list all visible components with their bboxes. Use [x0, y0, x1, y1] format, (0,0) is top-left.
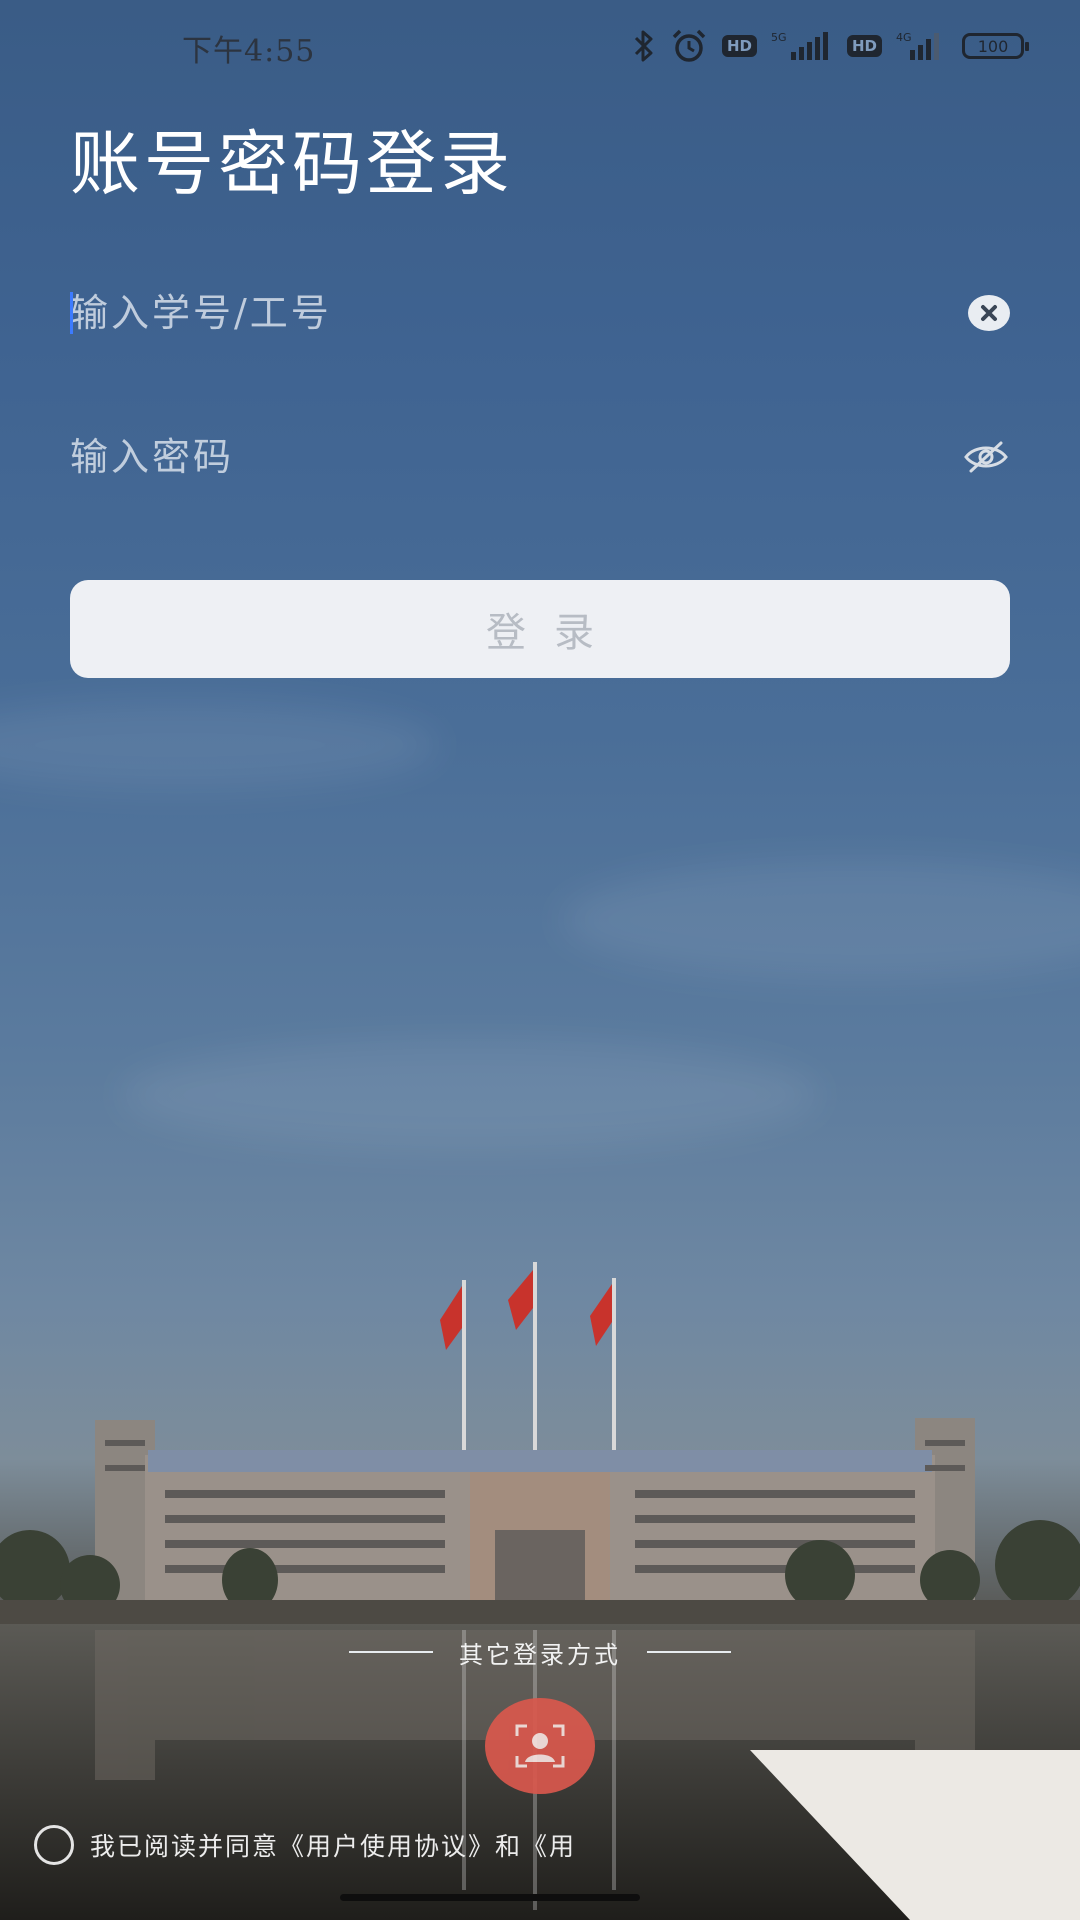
other-login-label: 其它登录方式 — [459, 1640, 621, 1669]
face-login-button[interactable] — [485, 1698, 595, 1794]
login-button[interactable]: 登录 — [70, 580, 1010, 678]
alarm-icon — [670, 28, 708, 64]
status-icons: HD 5G HD 4G 100 — [632, 28, 1029, 64]
password-field-row — [70, 422, 1010, 492]
battery-icon: 100 — [962, 33, 1029, 59]
agree-checkbox[interactable] — [34, 1825, 74, 1865]
account-field-row — [70, 278, 1010, 348]
bluetooth-icon — [632, 29, 656, 63]
status-bar: 下午4:55 HD 5G HD 4G 100 — [0, 26, 1080, 72]
face-recognition-icon — [515, 1724, 565, 1768]
divider-line — [349, 1651, 433, 1653]
battery-level: 100 — [977, 36, 1009, 56]
account-input[interactable] — [70, 278, 930, 348]
hd-badge: HD — [721, 35, 757, 57]
page-title: 账号密码登录 — [70, 123, 514, 205]
agreement-text[interactable]: 我已阅读并同意《用户使用协议》和《用 — [90, 1827, 576, 1863]
cloud-decoration — [0, 700, 440, 790]
home-indicator[interactable] — [340, 1894, 640, 1901]
other-login-divider: 其它登录方式 — [0, 1632, 1080, 1672]
signal-icon: 5G — [771, 30, 833, 62]
signal-icon: 4G — [896, 30, 948, 62]
eye-hidden-icon[interactable] — [962, 436, 1010, 478]
network-type: 4G — [896, 31, 912, 44]
text-cursor — [70, 292, 73, 334]
clear-icon[interactable] — [968, 295, 1010, 331]
hd-badge: HD — [846, 35, 882, 57]
login-screen: 下午4:55 HD 5G HD 4G 100 账号密码登录 输入学号/工号 登录… — [0, 0, 1080, 1920]
status-time: 下午4:55 — [182, 34, 316, 69]
agreement-row: 我已阅读并同意《用户使用协议》和《用 — [34, 1822, 576, 1868]
cloud-decoration — [120, 1040, 820, 1150]
corner-overlay — [750, 1750, 1080, 1920]
cloud-decoration — [560, 860, 1080, 980]
divider-line — [647, 1651, 731, 1653]
network-type: 5G — [771, 31, 787, 44]
password-input[interactable] — [70, 422, 930, 492]
